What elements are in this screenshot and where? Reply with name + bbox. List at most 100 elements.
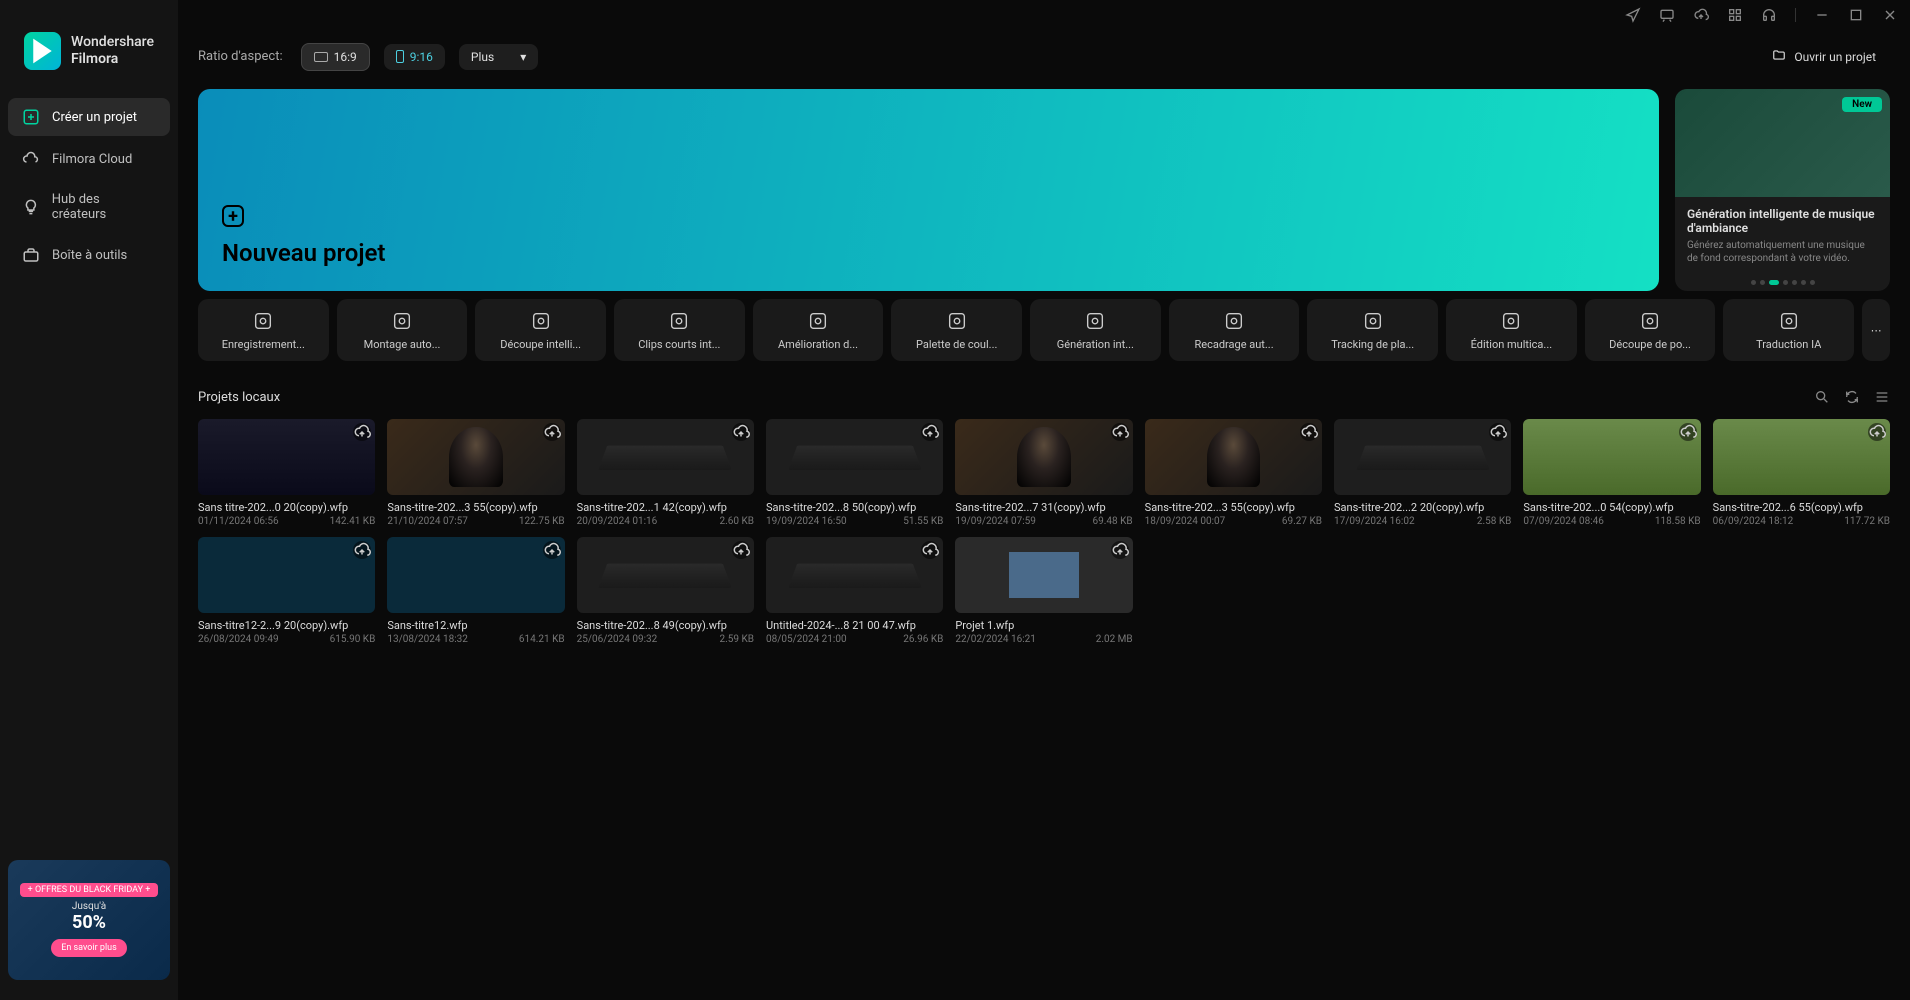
tool-icon bbox=[530, 310, 552, 332]
sidebar-item-creators-hub[interactable]: Hub des créateurs bbox=[8, 182, 170, 232]
logo-text: Wondershare Filmora bbox=[71, 34, 154, 68]
project-card[interactable]: Sans-titre-202...1 42(copy).wfp 20/09/20… bbox=[577, 419, 754, 527]
sidebar-item-cloud[interactable]: Filmora Cloud bbox=[8, 140, 170, 178]
tool-ditionmultica[interactable]: Édition multica... bbox=[1446, 299, 1577, 361]
project-name: Sans-titre-202...2 20(copy).wfp bbox=[1334, 501, 1511, 514]
cloud-upload-icon[interactable] bbox=[1489, 423, 1507, 441]
project-size: 51.55 KB bbox=[903, 516, 943, 527]
project-name: Sans-titre12-2...9 20(copy).wfp bbox=[198, 619, 375, 632]
project-size: 117.72 KB bbox=[1844, 516, 1890, 527]
project-card[interactable]: Untitled-2024-...8 21 00 47.wfp 08/05/20… bbox=[766, 537, 943, 645]
project-card[interactable]: Sans-titre-202...3 55(copy).wfp 21/10/20… bbox=[387, 419, 564, 527]
ratio-9-16[interactable]: 9:16 bbox=[384, 44, 445, 70]
sidebar-item-toolbox[interactable]: Boîte à outils bbox=[8, 236, 170, 274]
ratio-more-dropdown[interactable]: Plus ▾ bbox=[459, 44, 538, 70]
plus-icon: + bbox=[222, 205, 244, 227]
maximize-icon[interactable] bbox=[1848, 7, 1864, 23]
project-card[interactable]: Sans-titre12-2...9 20(copy).wfp 26/08/20… bbox=[198, 537, 375, 645]
project-thumbnail bbox=[387, 419, 564, 495]
project-card[interactable]: Sans-titre-202...8 50(copy).wfp 19/09/20… bbox=[766, 419, 943, 527]
cloud-upload-icon[interactable] bbox=[1679, 423, 1697, 441]
project-name: Sans titre-202...0 20(copy).wfp bbox=[198, 501, 375, 514]
cloud-upload-icon[interactable] bbox=[921, 423, 939, 441]
project-date: 17/09/2024 16:02 bbox=[1334, 516, 1415, 527]
list-view-icon[interactable] bbox=[1874, 389, 1890, 405]
tool-gnrationint[interactable]: Génération int... bbox=[1030, 299, 1161, 361]
project-card[interactable]: Projet 1.wfp 22/02/2024 16:21 2.02 MB bbox=[955, 537, 1132, 645]
cloud-upload-icon[interactable] bbox=[353, 423, 371, 441]
minimize-icon[interactable] bbox=[1814, 7, 1830, 23]
carousel-dot[interactable] bbox=[1760, 280, 1765, 285]
carousel-dots[interactable] bbox=[1751, 280, 1815, 285]
project-card[interactable]: Sans-titre-202...3 55(copy).wfp 18/09/20… bbox=[1145, 419, 1322, 527]
feedback-icon[interactable] bbox=[1659, 7, 1675, 23]
project-card[interactable]: Sans-titre-202...2 20(copy).wfp 17/09/20… bbox=[1334, 419, 1511, 527]
search-icon[interactable] bbox=[1814, 389, 1830, 405]
project-card[interactable]: Sans titre-202...0 20(copy).wfp 01/11/20… bbox=[198, 419, 375, 527]
send-icon[interactable] bbox=[1625, 7, 1641, 23]
project-name: Sans-titre-202...3 55(copy).wfp bbox=[387, 501, 564, 514]
project-size: 2.02 MB bbox=[1096, 634, 1133, 645]
carousel-dot[interactable] bbox=[1783, 280, 1788, 285]
cloud-upload-icon[interactable] bbox=[543, 541, 561, 559]
new-badge: New bbox=[1842, 97, 1882, 112]
cloud-upload-icon[interactable] bbox=[1111, 423, 1129, 441]
project-thumbnail bbox=[955, 537, 1132, 613]
cloud-upload-icon[interactable] bbox=[353, 541, 371, 559]
tool-traductionia[interactable]: Traduction IA bbox=[1723, 299, 1854, 361]
carousel-dot[interactable] bbox=[1751, 280, 1756, 285]
ratio-16-9[interactable]: 16:9 bbox=[301, 43, 370, 71]
carousel-dot[interactable] bbox=[1769, 280, 1779, 285]
lightbulb-icon bbox=[22, 198, 40, 216]
tool-more[interactable]: ⋯ bbox=[1862, 299, 1890, 361]
cloud-upload-icon[interactable] bbox=[543, 423, 561, 441]
tool-label: Génération int... bbox=[1057, 338, 1134, 351]
cloud-upload-icon[interactable] bbox=[1300, 423, 1318, 441]
cloud-upload-icon[interactable] bbox=[921, 541, 939, 559]
carousel-dot[interactable] bbox=[1801, 280, 1806, 285]
promo-banner[interactable]: + OFFRES DU BLACK FRIDAY + Jusqu'à 50% E… bbox=[8, 860, 170, 980]
project-size: 69.27 KB bbox=[1282, 516, 1322, 527]
project-card[interactable]: Sans-titre-202...0 54(copy).wfp 07/09/20… bbox=[1523, 419, 1700, 527]
tool-dcoupedepo[interactable]: Découpe de po... bbox=[1585, 299, 1716, 361]
tool-icon bbox=[946, 310, 968, 332]
tool-clipscourtsint[interactable]: Clips courts int... bbox=[614, 299, 745, 361]
tool-amliorationd[interactable]: Amélioration d... bbox=[753, 299, 884, 361]
tool-label: Palette de coul... bbox=[916, 338, 997, 351]
project-card[interactable]: Sans-titre-202...6 55(copy).wfp 06/09/20… bbox=[1713, 419, 1890, 527]
tool-enregistrement[interactable]: Enregistrement... bbox=[198, 299, 329, 361]
tool-icon bbox=[252, 310, 274, 332]
carousel-dot[interactable] bbox=[1810, 280, 1815, 285]
feature-carousel-card[interactable]: New Génération intelligente de musique d… bbox=[1675, 89, 1890, 291]
cloud-upload-icon[interactable] bbox=[732, 423, 750, 441]
sidebar-item-create-project[interactable]: Créer un projet bbox=[8, 98, 170, 136]
carousel-dot[interactable] bbox=[1792, 280, 1797, 285]
project-card[interactable]: Sans-titre12.wfp 13/08/2024 18:32 614.21… bbox=[387, 537, 564, 645]
project-size: 26.96 KB bbox=[903, 634, 943, 645]
tool-montageauto[interactable]: Montage auto... bbox=[337, 299, 468, 361]
new-project-card[interactable]: + Nouveau projet bbox=[198, 89, 1659, 291]
project-size: 142.41 KB bbox=[330, 516, 376, 527]
open-project-label: Ouvrir un projet bbox=[1794, 50, 1876, 64]
cloud-upload-icon[interactable] bbox=[1868, 423, 1886, 441]
refresh-icon[interactable] bbox=[1844, 389, 1860, 405]
tool-trackingdepla[interactable]: Tracking de pla... bbox=[1307, 299, 1438, 361]
tool-palettedecoul[interactable]: Palette de coul... bbox=[891, 299, 1022, 361]
close-icon[interactable] bbox=[1882, 7, 1898, 23]
project-date: 21/10/2024 07:57 bbox=[387, 516, 468, 527]
project-card[interactable]: Sans-titre-202...7 31(copy).wfp 19/09/20… bbox=[955, 419, 1132, 527]
headphones-icon[interactable] bbox=[1761, 7, 1777, 23]
upload-cloud-icon[interactable] bbox=[1693, 7, 1709, 23]
cloud-upload-icon[interactable] bbox=[1111, 541, 1129, 559]
cloud-upload-icon[interactable] bbox=[732, 541, 750, 559]
project-card[interactable]: Sans-titre-202...8 49(copy).wfp 25/06/20… bbox=[577, 537, 754, 645]
project-date: 01/11/2024 06:56 bbox=[198, 516, 279, 527]
titlebar-divider bbox=[1795, 8, 1796, 22]
section-title: Projets locaux bbox=[198, 390, 280, 405]
tool-recadrageaut[interactable]: Recadrage aut... bbox=[1169, 299, 1300, 361]
tool-dcoupeintelli[interactable]: Découpe intelli... bbox=[475, 299, 606, 361]
open-project-button[interactable]: Ouvrir un projet bbox=[1758, 42, 1890, 71]
landscape-icon bbox=[314, 52, 328, 62]
apps-icon[interactable] bbox=[1727, 7, 1743, 23]
project-date: 22/02/2024 16:21 bbox=[955, 634, 1036, 645]
